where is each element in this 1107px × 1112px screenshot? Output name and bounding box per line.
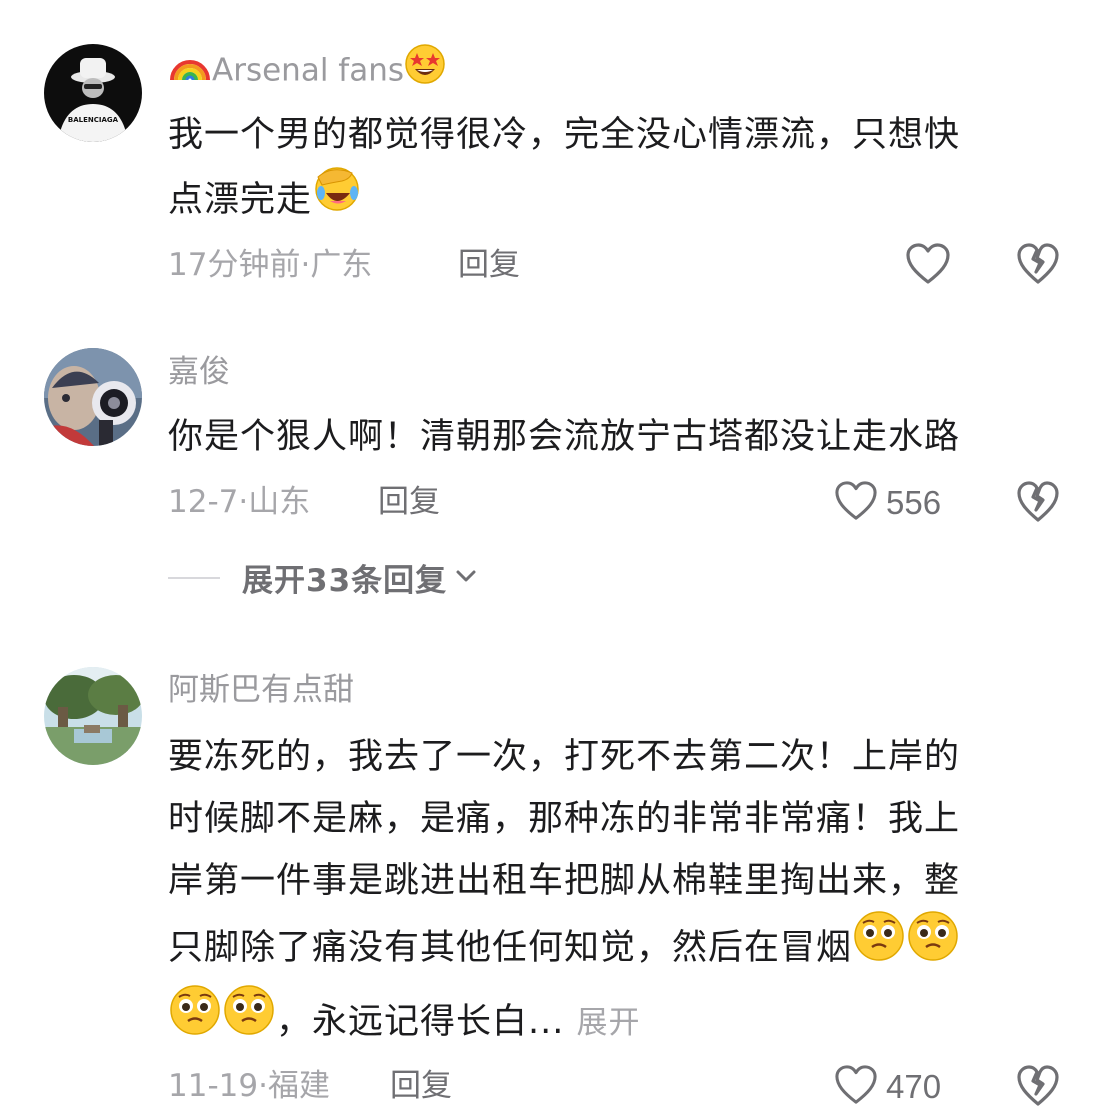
like-button[interactable]: [905, 242, 951, 290]
comment-location: 广东: [310, 247, 373, 283]
dislike-button[interactable]: [1016, 1064, 1060, 1112]
expand-replies-label: 展开33条回复: [242, 563, 448, 599]
comment-text-line: ，永远记得长白... 展开: [168, 983, 1068, 1060]
comment-location: 福建: [267, 1068, 330, 1104]
like-count: 556: [886, 484, 942, 521]
like-count: 470: [886, 1068, 942, 1105]
dislike-button[interactable]: [1016, 242, 1060, 290]
chevron-down-icon: [455, 568, 477, 588]
broken-heart-icon: [1016, 1065, 1060, 1112]
comment-text: 我一个男的都觉得很冷，完全没心情漂流，只想快 点漂完走: [168, 104, 1068, 236]
broken-heart-icon: [1016, 243, 1060, 290]
comment-text-fragment: ，永远记得长白...: [276, 1002, 565, 1042]
like-button[interactable]: 470: [834, 1064, 941, 1110]
comment-item: 嘉俊 你是个狠人啊！清朝那会流放宁古塔都没让走水路 12-7·山东 回复 556…: [0, 330, 1107, 630]
svg-text:BALENCIAGA: BALENCIAGA: [68, 116, 119, 124]
comment-text: 要冻死的，我去了一次，打死不去第二次！上岸的 时候脚不是麻，是痛，那种冻的非常非…: [168, 726, 1068, 1060]
comment-time: 17分钟前: [168, 247, 301, 283]
username-text: Arsenal fans: [212, 52, 404, 89]
avatar[interactable]: [44, 348, 142, 446]
comment-text-line: 只脚除了痛没有其他任何知觉，然后在冒烟: [168, 909, 1068, 986]
comment-text-line: 我一个男的都觉得很冷，完全没心情漂流，只想快: [168, 115, 961, 155]
separator: ·: [300, 247, 311, 283]
comment-item: BALENCIAGA Arsenal fans 我一个男的都觉得很冷，完全没心情…: [0, 0, 1107, 330]
comment-text-line: 时候脚不是麻，是痛，那种冻的非常非常痛！我上: [168, 799, 961, 839]
comment-time: 11-19: [168, 1068, 259, 1104]
reply-button[interactable]: 回复: [458, 245, 520, 285]
comment-text-line: 点漂完走: [168, 166, 1068, 236]
dislike-button[interactable]: [1016, 480, 1060, 528]
comment-text-line: 岸第一件事是跳进出租车把脚从棉鞋里掏出来，整: [168, 861, 961, 901]
username[interactable]: 阿斯巴有点甜: [168, 670, 354, 710]
comment-text-fragment: 只脚除了痛没有其他任何知觉，然后在冒烟: [168, 928, 853, 968]
expand-replies-button[interactable]: 展开33条回复: [168, 555, 477, 600]
comment-meta: 12-7·山东: [168, 482, 310, 522]
heart-icon: [834, 1064, 878, 1110]
comment-meta: 11-19·福建: [168, 1066, 330, 1106]
comment-text-fragment: 点漂完走: [168, 180, 313, 220]
username[interactable]: Arsenal fans: [168, 43, 446, 98]
pleading-face-emoji: [168, 983, 222, 1057]
rainbow-emoji: [168, 46, 212, 92]
separator: ·: [258, 1068, 268, 1104]
comment-text: 你是个狠人啊！清朝那会流放宁古塔都没让走水路: [168, 406, 1068, 468]
comment-time: 12-7: [168, 484, 239, 520]
pleading-face-emoji: [852, 909, 906, 983]
separator: ·: [238, 484, 249, 520]
divider: [168, 576, 220, 579]
comment-meta: 17分钟前·广东: [168, 245, 372, 285]
face-palm-laughing-emoji: [312, 163, 362, 233]
comment-text-line: 你是个狠人啊！清朝那会流放宁古塔都没让走水路: [168, 417, 961, 457]
broken-heart-icon: [1016, 481, 1060, 528]
comment-item: 阿斯巴有点甜 要冻死的，我去了一次，打死不去第二次！上岸的 时候脚不是麻，是痛，…: [0, 640, 1107, 1106]
heart-icon: [834, 480, 878, 526]
reply-button[interactable]: 回复: [390, 1066, 452, 1106]
comment-text-line: 要冻死的，我去了一次，打死不去第二次！上岸的: [168, 737, 961, 777]
avatar[interactable]: BALENCIAGA: [44, 44, 142, 142]
like-button[interactable]: 556: [834, 480, 941, 526]
reply-button[interactable]: 回复: [378, 482, 440, 522]
comment-location: 山东: [248, 484, 311, 520]
username[interactable]: 嘉俊: [168, 352, 230, 392]
pleading-face-emoji: [906, 909, 960, 983]
expand-text-link[interactable]: 展开: [577, 1005, 641, 1041]
heart-icon: [905, 242, 951, 290]
star-struck-emoji: [404, 43, 446, 95]
pleading-face-emoji: [222, 983, 276, 1057]
avatar[interactable]: [44, 667, 142, 765]
